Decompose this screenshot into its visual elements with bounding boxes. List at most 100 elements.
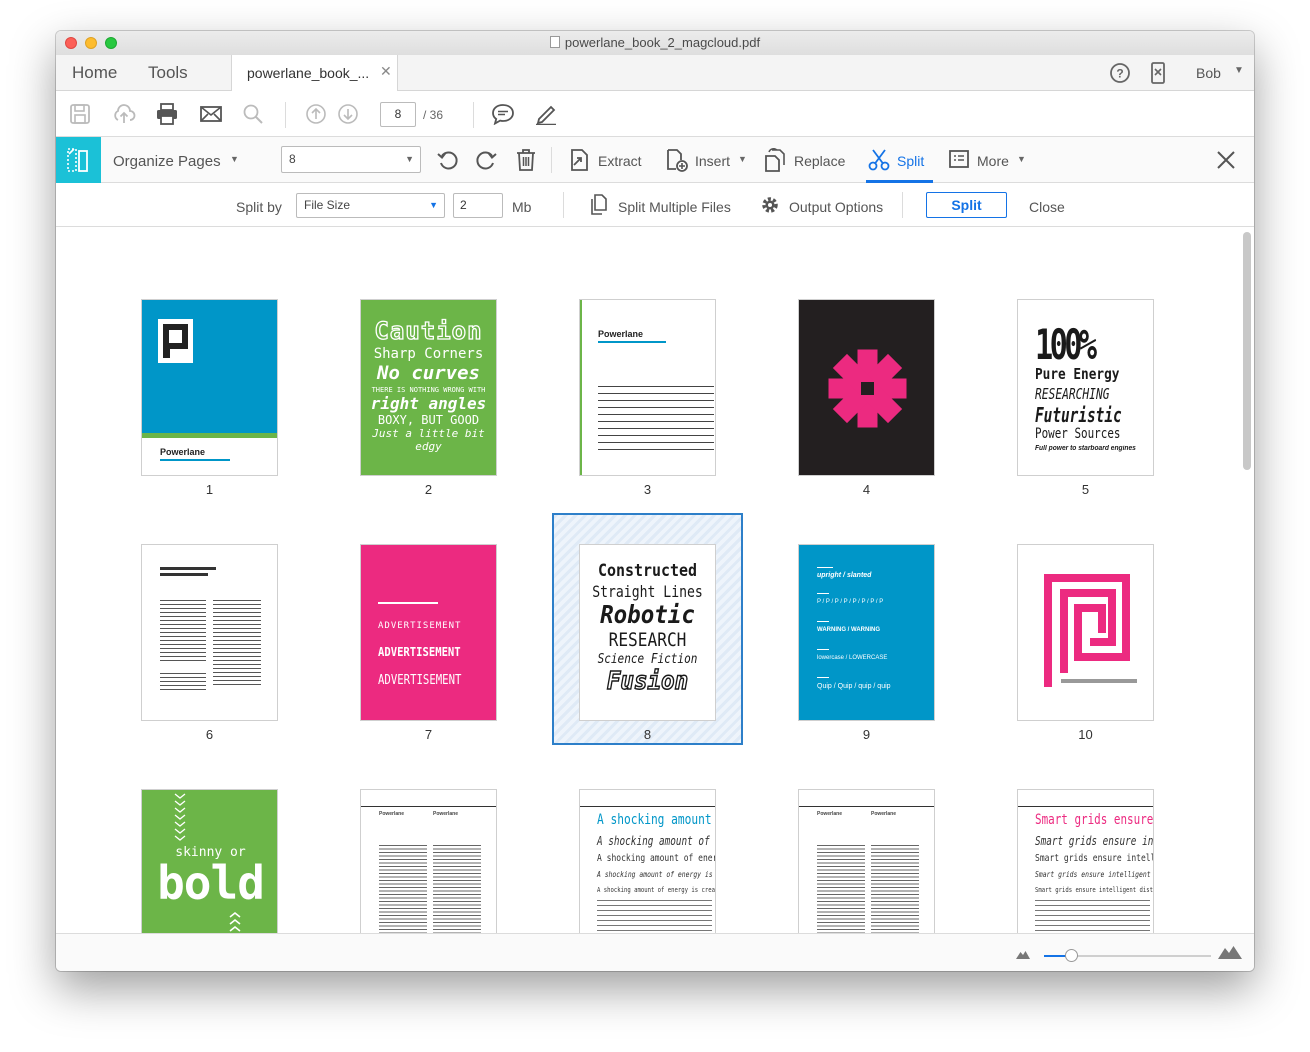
comment-icon[interactable] bbox=[491, 103, 515, 125]
thumb-text: A shocking amount of energy is created b… bbox=[597, 886, 716, 894]
thumb-text: Constructed bbox=[597, 561, 698, 581]
more-button[interactable]: More bbox=[977, 153, 1009, 169]
split-options-bar: Split by File Size ▼ 2 Mb Split Multiple… bbox=[56, 183, 1254, 227]
extract-button[interactable]: Extract bbox=[598, 153, 642, 169]
split-by-select[interactable]: File Size ▼ bbox=[296, 193, 445, 218]
delete-trash-icon[interactable] bbox=[515, 148, 537, 172]
thumb-text: Smart grids ensure intelligen bbox=[1035, 853, 1153, 864]
thumb-text: Sharp Corners bbox=[373, 346, 484, 362]
page-number-label: 10 bbox=[1078, 727, 1093, 742]
output-options-button[interactable]: Output Options bbox=[789, 199, 883, 215]
scrollbar-thumb[interactable] bbox=[1243, 232, 1251, 470]
page-thumbnail[interactable]: ADVERTISEMENT ADVERTISEMENT ADVERTISEMEN… bbox=[360, 544, 497, 721]
more-caret-icon[interactable]: ▼ bbox=[1017, 154, 1026, 164]
tab-home[interactable]: Home bbox=[72, 63, 117, 83]
split-tool-button[interactable]: Split bbox=[897, 153, 924, 169]
organize-pages-tool-icon[interactable] bbox=[56, 137, 101, 183]
page-number-label: 6 bbox=[205, 727, 214, 742]
type-specimen-table bbox=[598, 384, 714, 450]
close-tab-icon[interactable]: ✕ bbox=[380, 63, 392, 80]
save-icon[interactable] bbox=[69, 103, 91, 125]
email-icon[interactable] bbox=[199, 103, 223, 125]
close-split-button[interactable]: Close bbox=[1029, 199, 1065, 215]
zoom-out-mountain-icon[interactable] bbox=[1016, 949, 1030, 959]
zoom-slider[interactable] bbox=[1044, 949, 1211, 962]
unit-label: Mb bbox=[512, 199, 532, 215]
thumb-text: A shocking amount of energy bbox=[597, 853, 716, 864]
next-page-icon[interactable] bbox=[337, 103, 359, 125]
close-icon[interactable] bbox=[1216, 150, 1236, 170]
page-number-label: 7 bbox=[424, 727, 433, 742]
thumb-text: A shocking amount of e bbox=[597, 834, 716, 848]
page-range-select[interactable]: 8 ▼ bbox=[281, 146, 421, 173]
organize-pages-menu-caret-icon[interactable]: ▼ bbox=[230, 154, 239, 164]
print-icon[interactable] bbox=[155, 103, 179, 125]
page-thumbnail[interactable]: Powerlane Powerlane bbox=[360, 789, 497, 933]
thumb-text: RESEARCH bbox=[608, 629, 687, 651]
split-button[interactable]: Split bbox=[926, 192, 1007, 218]
organize-pages-title[interactable]: Organize Pages bbox=[113, 153, 221, 170]
page-thumbnail[interactable]: Powerlane Powerlane bbox=[798, 789, 935, 933]
sign-pen-icon[interactable] bbox=[534, 103, 558, 125]
document-tab-label: powerlane_book_... bbox=[247, 65, 370, 81]
split-by-label: Split by bbox=[236, 199, 282, 215]
page-thumbnail[interactable]: skinny or bold bbox=[141, 789, 278, 933]
page-thumbnail[interactable]: Smart grids ensure Smart grids ensure in… bbox=[1017, 789, 1154, 933]
cloud-upload-icon[interactable] bbox=[112, 103, 136, 125]
page-thumbnail[interactable]: upright / slanted P / P / P / P / P / P … bbox=[798, 544, 935, 721]
rotate-counterclockwise-icon[interactable] bbox=[436, 148, 460, 172]
zoom-in-mountain-icon[interactable] bbox=[1218, 943, 1242, 959]
page-thumbnail[interactable] bbox=[798, 299, 935, 476]
help-icon[interactable]: ? bbox=[1109, 62, 1131, 84]
thumb-text: 100% bbox=[1035, 320, 1097, 369]
scissors-icon[interactable] bbox=[868, 148, 890, 172]
thumb-text: Power Sources bbox=[1035, 426, 1121, 442]
thumb-text: BOXY, BUT GOOD bbox=[377, 413, 480, 427]
thumb-text: ADVERTISEMENT bbox=[378, 645, 461, 659]
page-thumbnail[interactable]: Powerlane bbox=[579, 299, 716, 476]
user-menu[interactable]: Bob bbox=[1196, 65, 1221, 81]
split-by-value: File Size bbox=[304, 198, 351, 212]
title-bar: powerlane_book_2_magcloud.pdf bbox=[56, 31, 1254, 55]
page-range-value: 8 bbox=[289, 152, 296, 166]
replace-button[interactable]: Replace bbox=[794, 153, 845, 169]
user-menu-caret-icon[interactable]: ▼ bbox=[1234, 65, 1244, 76]
rotate-clockwise-icon[interactable] bbox=[474, 148, 498, 172]
toolbar-divider bbox=[285, 102, 286, 128]
asterisk-graphic bbox=[828, 349, 907, 428]
split-multiple-files-button[interactable]: Split Multiple Files bbox=[618, 199, 731, 215]
previous-page-icon[interactable] bbox=[305, 103, 327, 125]
page-thumbnail[interactable]: Powerlane bbox=[141, 299, 278, 476]
page-thumbnail[interactable]: A shocking amount A shocking amount of e… bbox=[579, 789, 716, 933]
page-thumbnail[interactable]: Constructed Straight Lines Robotic RESEA… bbox=[579, 544, 716, 721]
page-thumbnail[interactable]: Caution Sharp Corners No curves THERE IS… bbox=[360, 299, 497, 476]
zoom-slider-knob[interactable] bbox=[1065, 949, 1078, 962]
mobile-link-icon[interactable] bbox=[1149, 62, 1167, 84]
page-number-input[interactable]: 8 bbox=[380, 102, 416, 127]
replace-icon[interactable] bbox=[763, 148, 789, 172]
thumb-text: ADVERTISEMENT bbox=[378, 621, 462, 631]
page-number-label: 5 bbox=[1081, 482, 1090, 497]
file-size-input[interactable]: 2 bbox=[453, 193, 503, 218]
organize-pages-toolbar: Organize Pages ▼ 8 ▼ Extract Insert ▼ Re… bbox=[56, 137, 1254, 183]
main-toolbar: 8 / 36 bbox=[56, 92, 1254, 137]
thumb-text: Fusion bbox=[606, 665, 689, 696]
page-thumbnail[interactable] bbox=[141, 544, 278, 721]
status-footer bbox=[56, 933, 1254, 971]
search-icon[interactable] bbox=[242, 103, 264, 125]
insert-icon[interactable] bbox=[665, 148, 689, 172]
gear-icon[interactable] bbox=[759, 194, 781, 216]
insert-button[interactable]: Insert bbox=[695, 153, 730, 169]
page-thumbnail[interactable] bbox=[1017, 544, 1154, 721]
extract-icon[interactable] bbox=[568, 148, 590, 172]
more-options-icon[interactable] bbox=[948, 148, 970, 170]
insert-caret-icon[interactable]: ▼ bbox=[738, 154, 747, 164]
tab-document[interactable]: powerlane_book_... ✕ bbox=[231, 55, 398, 91]
page-number-label: 9 bbox=[862, 727, 871, 742]
window-title-text: powerlane_book_2_magcloud.pdf bbox=[564, 35, 761, 50]
chevron-down-icon: ▼ bbox=[405, 154, 414, 164]
tab-tools[interactable]: Tools bbox=[148, 63, 188, 83]
multiple-files-icon[interactable] bbox=[589, 194, 609, 216]
thumb-text: Straight Lines bbox=[592, 582, 703, 601]
page-thumbnail[interactable]: 100% Pure Energy RESEARCHING Futuristic … bbox=[1017, 299, 1154, 476]
